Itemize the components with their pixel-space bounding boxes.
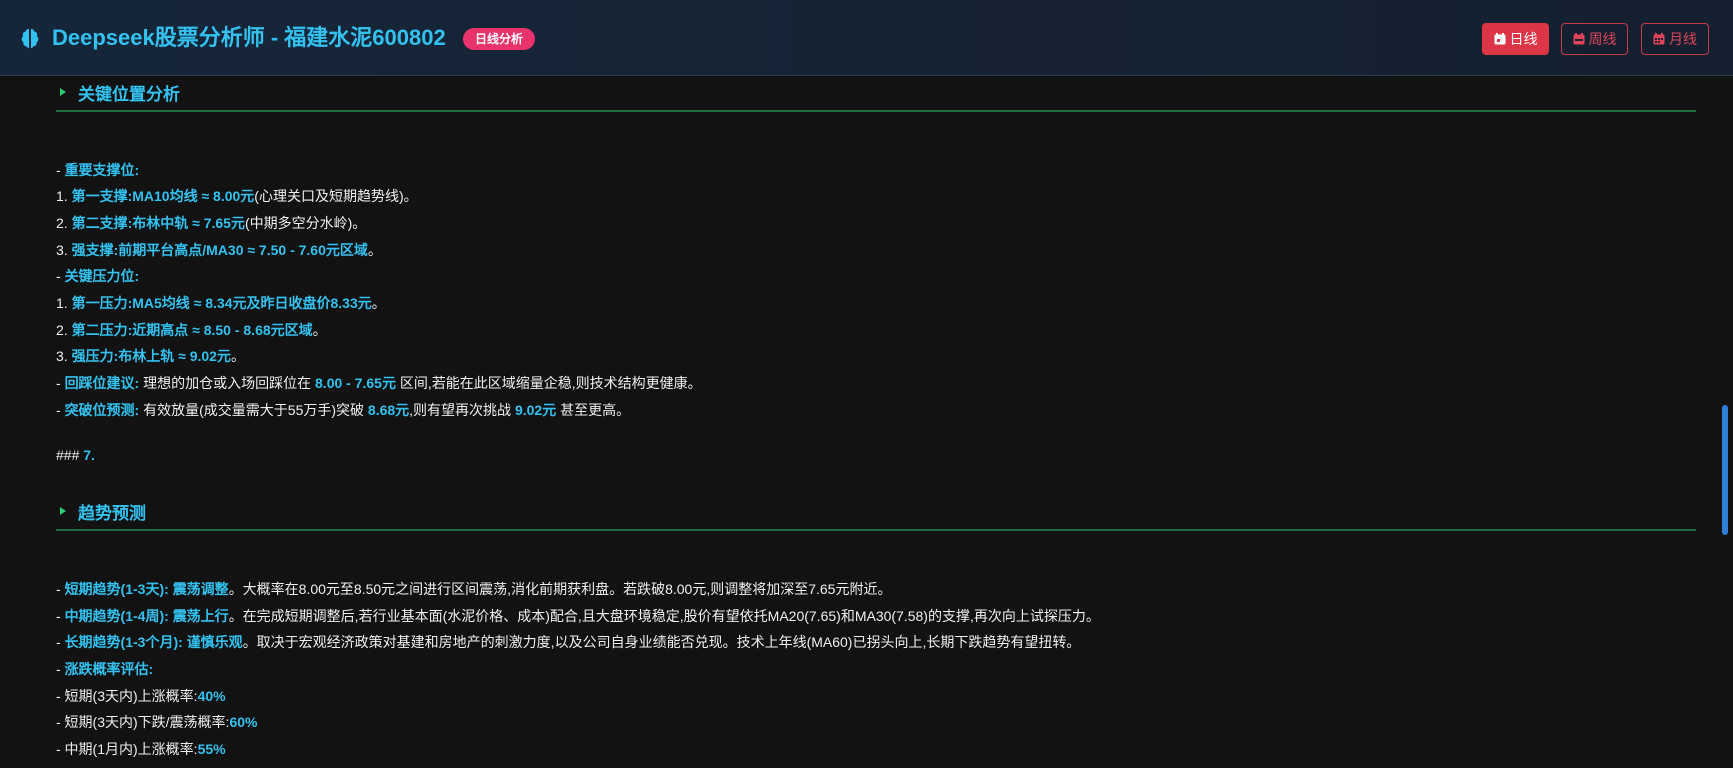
list-item: 1. 第一压力:MA5均线 ≈ 8.34元及昨日收盘价8.33元。 [56, 295, 386, 311]
weekly-button[interactable]: 周线 [1561, 23, 1628, 55]
list-item: - 重要支撑位: [56, 162, 140, 178]
monthly-button-label: 月线 [1669, 31, 1697, 47]
daily-button-label: 日线 [1509, 31, 1538, 47]
section-divider [56, 110, 1696, 112]
calendar-day-icon [1494, 33, 1505, 45]
calendar-week-icon [1573, 33, 1584, 45]
list-item: - 关键压力位: [56, 268, 140, 284]
list-item: - 短期(3天内)下跌/震荡概率:60% [56, 714, 258, 730]
list-item: 3. 强压力:布林上轨 ≈ 9.02元。 [56, 348, 245, 364]
monthly-button[interactable]: 月线 [1641, 23, 1709, 55]
list-item: - 短期趋势(1-3天): 震荡调整。大概率在8.00元至8.50元之间进行区间… [56, 581, 892, 597]
markdown-heading-fragment: ### 7. [56, 447, 95, 463]
list-item: 1. 第一支撑:MA10均线 ≈ 8.00元(心理关口及短期趋势线)。 [56, 188, 418, 204]
section-title: 关键位置分析 [78, 85, 180, 104]
weekly-button-label: 周线 [1588, 31, 1617, 47]
brain-icon [21, 29, 39, 49]
list-item: - 中期(1月内)上涨概率:55% [56, 741, 226, 757]
analysis-type-badge: 日线分析 [463, 28, 536, 50]
calendar-month-icon [1653, 33, 1665, 45]
app-header: Deepseek股票分析师 - 福建水泥600802 日线分析 日线 周线 月线 [0, 0, 1733, 76]
daily-button[interactable]: 日线 [1482, 23, 1549, 55]
list-item: - 回踩位建议: 理想的加仓或入场回踩位在 8.00 - 7.65元 区间,若能… [56, 375, 702, 391]
section-divider [56, 529, 1696, 531]
list-item: - 短期(3天内)上涨概率:40% [56, 688, 226, 704]
scrollbar-thumb[interactable] [1722, 405, 1728, 535]
list-item: 2. 第二压力:近期高点 ≈ 8.50 - 8.68元区域。 [56, 322, 327, 338]
page-title: Deepseek股票分析师 - 福建水泥600802 [52, 25, 446, 50]
section-title: 趋势预测 [78, 504, 146, 523]
list-item: 3. 强支撑:前期平台高点/MA30 ≈ 7.50 - 7.60元区域。 [56, 242, 382, 258]
list-item: - 中期趋势(1-4周): 震荡上行。在完成短期调整后,若行业基本面(水泥价格、… [56, 608, 1100, 624]
list-item: - 长期趋势(1-3个月): 谨慎乐观。取决于宏观经济政策对基建和房地产的刺激力… [56, 634, 1081, 650]
triangle-bullet-icon [60, 88, 66, 96]
list-item: - 突破位预测: 有效放量(成交量需大于55万手)突破 8.68元,则有望再次挑… [56, 402, 631, 418]
list-item: 2. 第二支撑:布林中轨 ≈ 7.65元(中期多空分水岭)。 [56, 215, 367, 231]
list-item: - 涨跌概率评估: [56, 661, 154, 677]
triangle-bullet-icon [60, 507, 66, 515]
